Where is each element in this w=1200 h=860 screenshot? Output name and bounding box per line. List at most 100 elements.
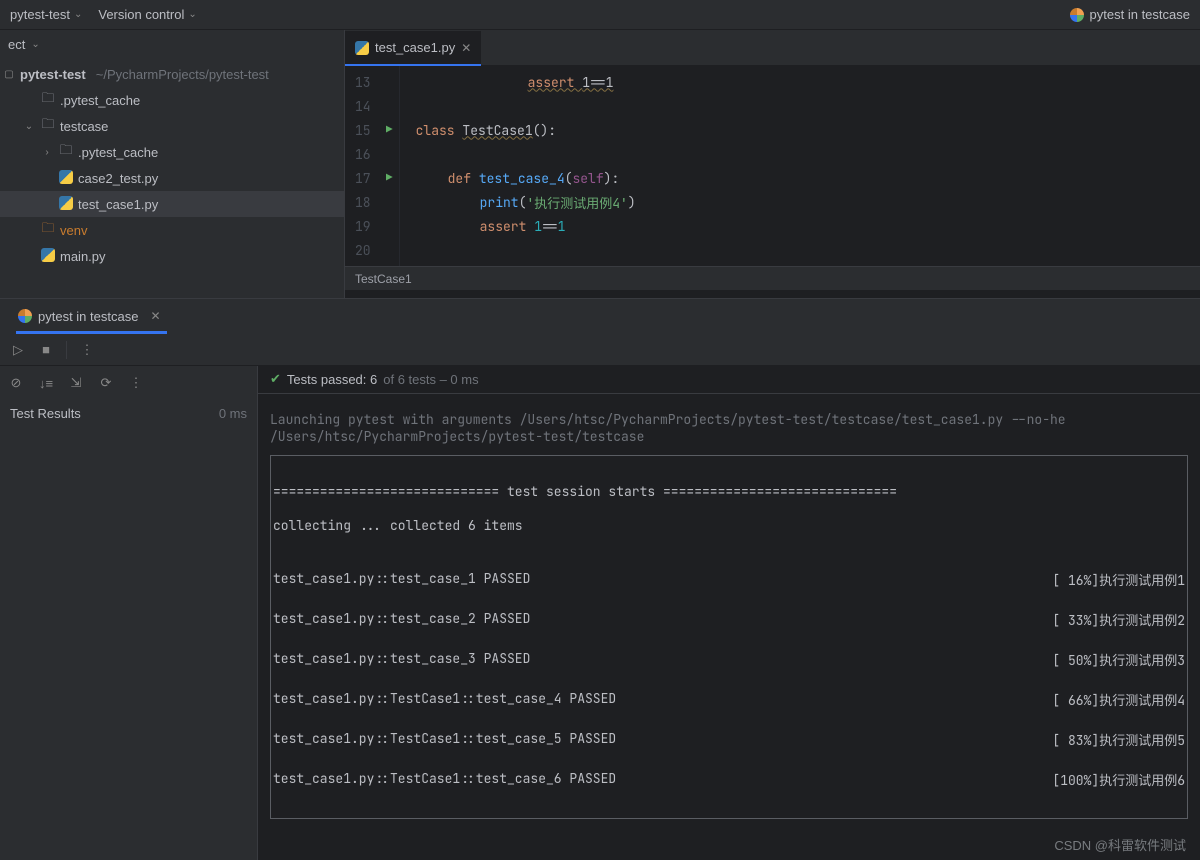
test-tree-pane: ⊘ ↓≡ ⇲ ⟳ ⋮ Test Results 0 ms [0,366,258,860]
test-result-right: [ 66%]执行测试用例4 [1052,690,1185,709]
more-icon[interactable]: ⋮ [79,342,95,358]
folder-icon: 🗀 [40,89,56,111]
test-tree-toolbar: ⊘ ↓≡ ⇲ ⟳ ⋮ [0,366,257,400]
test-result-right: [100%]执行测试用例6 [1052,770,1185,789]
rerun-icon[interactable]: ▷ [10,342,26,358]
test-result-row: test_case1.py::TestCase1::test_case_4 PA… [273,688,1185,711]
gutter-row: 19 [355,214,393,238]
test-result-row: test_case1.py::test_case_1 PASSED[ 16%]执… [273,568,1185,591]
console-line: Launching pytest with arguments /Users/h… [270,411,1066,428]
test-results-node[interactable]: Test Results 0 ms [0,400,257,427]
test-result-left: test_case1.py::TestCase1::test_case_4 PA… [273,690,616,709]
run-config-label: pytest in testcase [1090,7,1190,22]
check-icon: ✔ [270,371,281,387]
test-result-right: [ 83%]执行测试用例5 [1052,730,1185,749]
breadcrumb-item: TestCase1 [355,272,412,286]
test-result-right: [ 50%]执行测试用例3 [1052,650,1185,669]
tree-item-label: .pytest_cache [60,93,140,108]
tree-item[interactable]: case2_test.py [0,165,344,191]
tree-item-label: testcase [60,119,108,134]
disable-icon[interactable]: ⊘ [8,375,24,391]
gutter-row: 13 [355,70,393,94]
folder-icon: ▢ [2,69,16,80]
editor-tab-bar: test_case1.py ✕ [345,30,1200,66]
close-icon[interactable]: ✕ [461,41,471,55]
folder-icon: 🗀 [40,115,56,137]
run-config[interactable]: pytest in testcase [1070,7,1190,22]
console-line: ============================= test sessi… [273,483,1185,500]
tree-item[interactable]: 🗀 .pytest_cache [0,87,344,113]
tree-item[interactable]: ⌄ 🗀 testcase [0,113,344,139]
project-tree-pane: ect ⌄ ▢ pytest-test ~/PycharmProjects/py… [0,30,345,298]
tree-item[interactable]: ›🗀.pytest_cache [0,139,344,165]
tree-item[interactable]: main.py [0,243,344,269]
folder-icon: 🗀 [40,219,56,241]
editor-tab[interactable]: test_case1.py ✕ [345,31,481,66]
test-result-left: test_case1.py::TestCase1::test_case_5 PA… [273,730,616,749]
divider [66,341,67,359]
pytest-icon [1070,8,1084,22]
console-line: collecting ... collected 6 items [273,517,1185,534]
stop-icon[interactable]: ■ [38,342,54,358]
tree-item-label: test_case1.py [78,197,158,212]
project-tree: ▢ pytest-test ~/PycharmProjects/pytest-t… [0,59,344,271]
editor-tab-label: test_case1.py [375,40,455,55]
run-gutter-icon[interactable]: ▶ [379,171,393,185]
console-pane: ✔ Tests passed: 6 of 6 tests – 0 ms Laun… [258,366,1200,860]
code-area[interactable]: 131415▶1617▶181920 assert 1==1 class Tes… [345,66,1200,266]
test-result-left: test_case1.py::test_case_1 PASSED [273,570,530,589]
line-number: 19 [355,218,371,235]
run-panel-tabs: pytest in testcase ✕ [0,298,1200,334]
tree-item-label: case2_test.py [78,171,158,186]
run-tab-label: pytest in testcase [38,309,138,324]
more-icon[interactable]: ⋮ [128,375,144,391]
tree-item[interactable]: 🗀 venv [0,217,344,243]
status-passed: Tests passed: 6 [287,372,377,387]
project-dropdown[interactable]: ect ⌄ [0,30,344,59]
vcs-menu[interactable]: Version control ⌄ [98,7,196,22]
test-result-row: test_case1.py::TestCase1::test_case_6 PA… [273,768,1185,791]
run-tab[interactable]: pytest in testcase ✕ [16,299,167,334]
chevron-icon[interactable]: ⌄ [22,121,36,132]
test-result-row: test_case1.py::TestCase1::test_case_5 PA… [273,728,1185,751]
vcs-menu-label: Version control [98,7,184,22]
folder-icon: 🗀 [58,141,74,163]
code[interactable]: assert 1==1 class TestCase1(): def test_… [400,66,636,266]
project-dropdown-label: ect [8,37,25,52]
sort-icon[interactable]: ↓≡ [38,375,54,391]
run-gutter-icon[interactable]: ▶ [379,123,393,137]
line-number: 20 [355,242,371,259]
test-results-time: 0 ms [219,406,247,421]
chevron-icon[interactable]: › [40,147,54,158]
console[interactable]: Launching pytest with arguments /Users/h… [258,394,1200,860]
run-body: ⊘ ↓≡ ⇲ ⟳ ⋮ Test Results 0 ms ✔ Tests pas… [0,366,1200,860]
line-number: 16 [355,146,371,163]
top-bar: pytest-test ⌄ Version control ⌄ pytest i… [0,0,1200,30]
breadcrumb[interactable]: TestCase1 [345,266,1200,290]
project-menu-label: pytest-test [10,7,70,22]
python-icon [355,41,369,55]
tree-item[interactable]: test_case1.py [0,191,344,217]
close-icon[interactable]: ✕ [150,309,160,323]
tree-root-label: pytest-test [20,67,86,82]
line-number: 13 [355,74,371,91]
gutter: 131415▶1617▶181920 [345,66,400,266]
python-icon [40,248,56,265]
gutter-row: 15▶ [355,118,393,142]
project-menu[interactable]: pytest-test ⌄ [10,7,82,22]
line-number: 18 [355,194,371,211]
expand-icon[interactable]: ⇲ [68,375,84,391]
chevron-down-icon: ⌄ [188,9,196,20]
test-result-right: [ 33%]执行测试用例2 [1052,610,1185,629]
gutter-row: 16 [355,142,393,166]
history-icon[interactable]: ⟳ [98,375,114,391]
test-result-row: test_case1.py::test_case_3 PASSED[ 50%]执… [273,648,1185,671]
tree-item-label: venv [60,223,87,238]
chevron-down-icon: ⌄ [74,9,82,20]
python-icon [58,170,74,187]
test-status-bar: ✔ Tests passed: 6 of 6 tests – 0 ms [258,366,1200,394]
run-toolbar: ▷ ■ ⋮ [0,334,1200,366]
line-number: 17 [355,170,371,187]
tree-root[interactable]: ▢ pytest-test ~/PycharmProjects/pytest-t… [0,61,344,87]
gutter-row: 18 [355,190,393,214]
